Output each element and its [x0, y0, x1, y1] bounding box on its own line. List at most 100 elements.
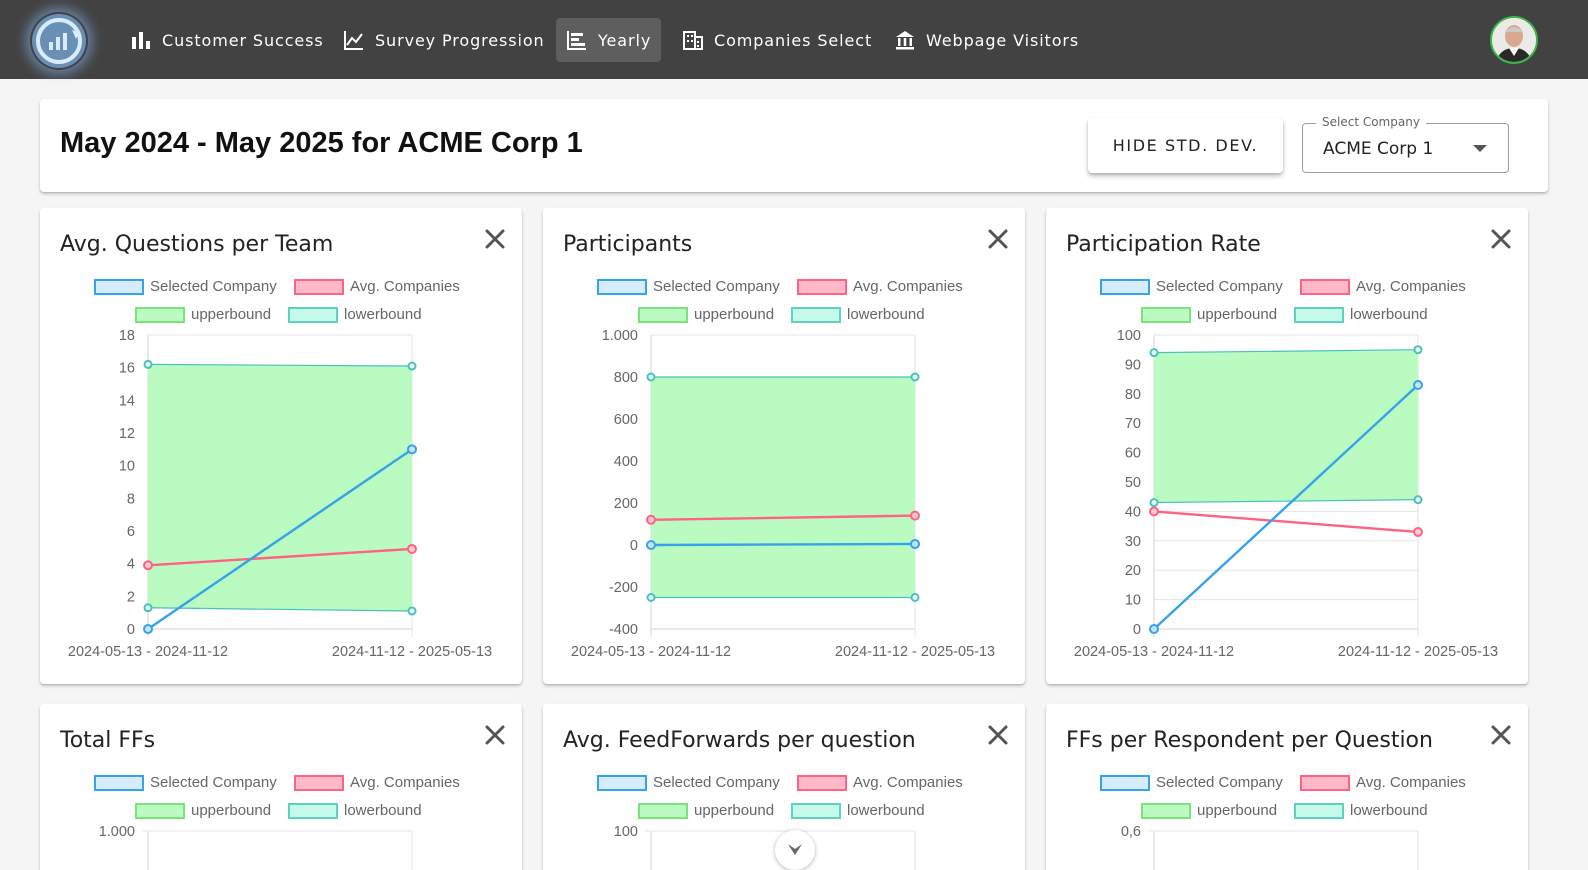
header-card: May 2024 - May 2025 for ACME Corp 1 HIDE… — [40, 99, 1548, 192]
data-point — [1149, 624, 1159, 634]
std-dev-band — [651, 377, 915, 598]
bar-chart-icon — [132, 32, 150, 49]
y-tick-label: 400 — [614, 454, 638, 470]
y-tick-label: 80 — [1125, 387, 1141, 403]
nav-customer-success[interactable]: Customer Success — [120, 18, 334, 62]
data-point — [407, 444, 417, 455]
chart-plot: 0 2 4 6 8 10 12 14 16 18 2024-05-13 - 2024-11-12 20… — [68, 328, 492, 660]
x-tick-label: 2024-05-13 - 2024-11-12 — [571, 644, 731, 660]
logo-icon — [32, 14, 86, 68]
scroll-down-button[interactable] — [775, 830, 815, 870]
data-point — [407, 606, 417, 616]
data-point — [1413, 379, 1423, 390]
bank-icon — [896, 31, 914, 50]
y-tick-label: 1.000 — [99, 824, 135, 840]
std-dev-band — [148, 364, 412, 612]
y-tick-label: 4 — [127, 557, 135, 573]
y-tick-label: 18 — [119, 328, 135, 344]
series-line-avg-companies — [1153, 510, 1419, 534]
chart-card: FFs per Respondent per Question Selected … — [1046, 704, 1528, 870]
data-point — [1413, 345, 1423, 355]
x-tick-label: 2024-05-13 - 2024-11-12 — [1074, 644, 1234, 660]
x-tick-label: 2024-11-12 - 2025-05-13 — [835, 644, 995, 660]
data-point — [1413, 495, 1423, 505]
x-tick-label: 2024-11-12 - 2025-05-13 — [332, 644, 492, 660]
app-logo[interactable] — [30, 12, 88, 70]
company-select[interactable]: Select Company ACME Corp 1 — [1302, 115, 1509, 173]
nav-yearly[interactable]: Yearly — [556, 18, 662, 62]
y-tick-label: 200 — [614, 496, 638, 512]
nav-label: Webpage Visitors — [926, 30, 1080, 50]
data-point — [646, 372, 656, 382]
y-tick-label: 90 — [1125, 357, 1141, 373]
y-tick-label: 50 — [1125, 475, 1141, 491]
y-tick-label: 14 — [119, 393, 135, 409]
data-point — [143, 560, 153, 571]
y-tick-label: 2 — [127, 589, 135, 605]
y-tick-label: 100 — [1117, 328, 1141, 344]
y-tick-label: 40 — [1125, 504, 1141, 520]
data-point — [1413, 526, 1423, 537]
x-tick-label: 2024-11-12 - 2025-05-13 — [1338, 644, 1498, 660]
data-point — [646, 514, 656, 525]
data-point — [910, 538, 920, 549]
y-tick-label: 20 — [1125, 563, 1141, 579]
y-tick-label: -200 — [609, 580, 638, 596]
line-chart-icon — [344, 31, 363, 50]
data-point — [646, 593, 656, 602]
y-tick-label: 100 — [614, 824, 638, 840]
y-tick-label: 0,6 — [1121, 824, 1141, 840]
y-tick-label: 8 — [127, 491, 135, 507]
data-point — [143, 624, 153, 634]
select-label: Select Company — [1316, 115, 1426, 129]
timeline-icon — [567, 31, 586, 50]
std-dev-band — [1154, 349, 1418, 503]
data-point — [910, 510, 920, 521]
y-tick-label: 70 — [1125, 416, 1141, 432]
nav-companies-select[interactable]: Companies Select — [672, 18, 882, 62]
y-tick-label: 0 — [630, 538, 638, 554]
y-tick-label: 1.000 — [602, 328, 638, 344]
chart-plot: 0,6 — [1121, 824, 1419, 870]
y-tick-label: 10 — [1125, 593, 1141, 609]
dropdown-arrow-icon[interactable] — [1473, 145, 1487, 152]
chart-card: Participants Selected Company Avg. Compani… — [543, 208, 1025, 684]
data-point — [1149, 348, 1159, 358]
chart-plot: 1.000 — [99, 824, 413, 870]
y-tick-label: 30 — [1125, 534, 1141, 550]
y-tick-label: 16 — [119, 361, 135, 377]
chart-card: Avg. Questions per Team Selected Company A… — [40, 208, 522, 684]
series-line-selected-company — [650, 542, 916, 547]
chart-card: Participation Rate Selected Company Avg. C… — [1046, 208, 1528, 684]
nav-webpage-visitors[interactable]: Webpage Visitors — [884, 18, 1089, 62]
avatar-icon — [1492, 18, 1536, 62]
chart-plot: -400 -200 0 200 400 600 800 1.000 2024-05-13 - 2… — [571, 328, 995, 660]
data-point — [143, 603, 153, 613]
y-tick-label: 60 — [1125, 446, 1141, 462]
user-avatar[interactable] — [1490, 16, 1538, 64]
building-icon — [683, 31, 703, 50]
data-point — [143, 359, 153, 369]
nav-label: Yearly — [598, 30, 652, 50]
y-tick-label: 12 — [119, 426, 135, 442]
top-navigation-bar: Customer Success Survey Progression Year… — [0, 0, 1588, 79]
data-point — [407, 543, 417, 554]
y-tick-label: 800 — [614, 370, 638, 386]
select-value: ACME Corp 1 — [1323, 139, 1434, 159]
chart-card: Total FFs Selected Company Avg. Companies u… — [40, 704, 522, 870]
data-point — [646, 540, 656, 550]
data-point — [910, 593, 920, 602]
data-point — [910, 372, 920, 382]
nav-survey-progression[interactable]: Survey Progression — [333, 18, 555, 62]
y-tick-label: 10 — [119, 459, 135, 475]
nav-label: Survey Progression — [375, 30, 545, 50]
hide-std-dev-button[interactable]: HIDE STD. DEV. — [1088, 118, 1283, 173]
data-point — [407, 361, 417, 371]
y-tick-label: 6 — [127, 524, 135, 540]
y-tick-label: 600 — [614, 412, 638, 428]
y-tick-label: 0 — [1133, 622, 1141, 638]
y-tick-label: -400 — [609, 622, 638, 638]
x-tick-label: 2024-05-13 - 2024-11-12 — [68, 644, 228, 660]
y-tick-label: 0 — [127, 622, 135, 638]
page-title: May 2024 - May 2025 for ACME Corp 1 — [60, 127, 583, 159]
